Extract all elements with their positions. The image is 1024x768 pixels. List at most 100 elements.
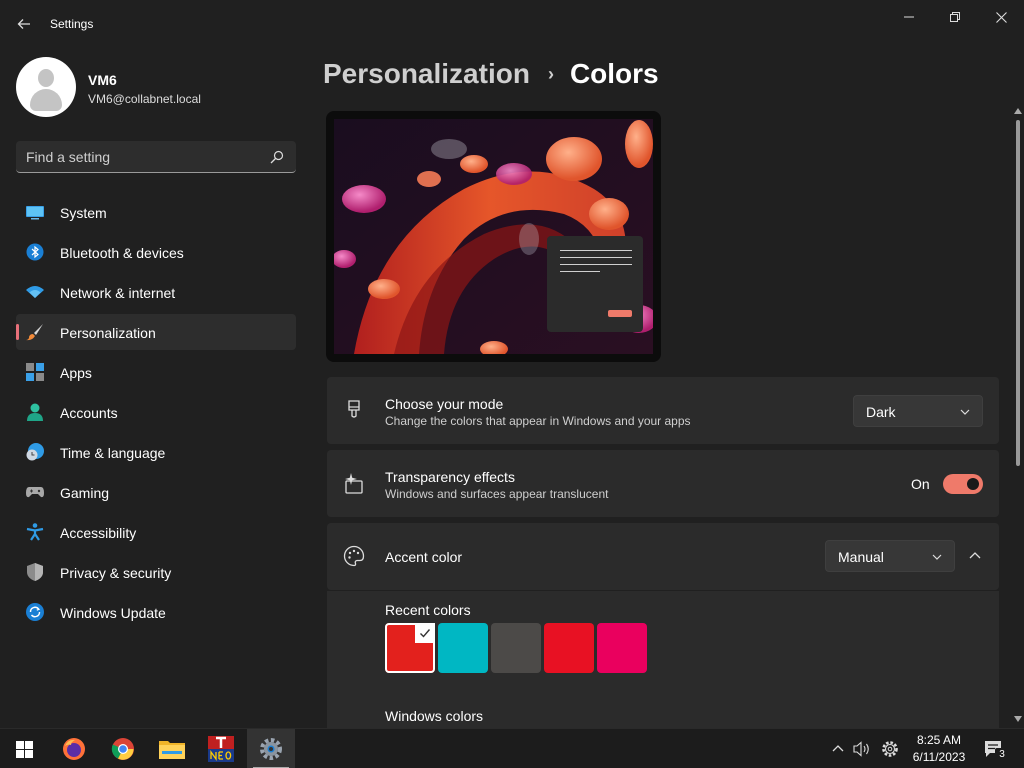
accent-dropdown-value: Manual <box>838 549 884 565</box>
sidebar-item-label: Privacy & security <box>60 565 172 581</box>
gear-icon <box>882 741 898 757</box>
chrome-taskbar-button[interactable] <box>99 729 147 768</box>
chevron-down-icon <box>932 554 942 560</box>
shield-icon <box>27 563 43 581</box>
settings-gear-icon <box>260 738 282 760</box>
transparency-card: Transparency effects Windows and surface… <box>327 450 999 517</box>
firefox-taskbar-button[interactable] <box>50 729 98 768</box>
sidebar-item-bluetooth[interactable]: Bluetooth & devices <box>16 234 296 270</box>
sidebar-item-gaming[interactable]: Gaming <box>16 474 296 510</box>
notification-count-badge: 3 <box>995 748 1009 762</box>
choose-mode-card: Choose your mode Change the colors that … <box>327 377 999 444</box>
maximize-button[interactable] <box>932 4 978 30</box>
sidebar-item-label: Windows Update <box>60 605 166 621</box>
color-swatch[interactable] <box>385 623 435 673</box>
settings-taskbar-button[interactable] <box>247 729 295 768</box>
breadcrumb-separator: › <box>547 63 554 84</box>
sidebar-nav: System Bluetooth & devices Network & int… <box>16 194 296 634</box>
minimize-icon <box>904 16 914 18</box>
bluetooth-icon <box>26 243 44 261</box>
back-arrow-icon <box>17 19 30 29</box>
mode-dropdown[interactable]: Dark <box>853 395 983 427</box>
accent-dropdown[interactable]: Manual <box>825 540 955 572</box>
profile-email: VM6@collabnet.local <box>88 92 201 106</box>
color-swatch[interactable] <box>491 623 541 673</box>
sidebar-item-label: Bluetooth & devices <box>60 245 184 261</box>
clock-globe-icon <box>26 443 44 461</box>
minimize-button[interactable] <box>886 4 932 30</box>
sidebar-item-label: Network & internet <box>60 285 176 301</box>
windows-colors-label: Windows colors <box>385 708 484 724</box>
checkmark-icon <box>415 623 435 643</box>
scroll-up-arrow[interactable] <box>1014 108 1022 114</box>
chevron-down-icon <box>960 409 970 415</box>
app-title: Settings <box>50 17 94 31</box>
volume-button[interactable] <box>852 739 872 759</box>
speaker-icon <box>853 741 869 757</box>
title-bar: Settings <box>0 0 1024 48</box>
sidebar-item-label: Gaming <box>60 485 110 501</box>
firefox-icon <box>63 738 85 760</box>
search-box[interactable] <box>16 141 296 173</box>
scroll-down-arrow[interactable] <box>1014 716 1022 722</box>
search-icon[interactable] <box>270 150 284 164</box>
neo-app-icon <box>208 736 234 762</box>
recent-colors-list <box>385 623 647 673</box>
apps-icon <box>26 363 44 381</box>
transparency-description: Windows and surfaces appear translucent <box>385 487 609 501</box>
profile-name: VM6 <box>88 72 117 88</box>
sidebar-item-label: Apps <box>60 365 92 381</box>
neo-app-taskbar-button[interactable] <box>197 729 245 768</box>
start-button[interactable] <box>0 729 48 768</box>
breadcrumb-parent[interactable]: Personalization <box>323 58 530 90</box>
sidebar-item-time-language[interactable]: Time & language <box>16 434 296 470</box>
theme-preview <box>326 111 661 362</box>
sidebar-item-network[interactable]: Network & internet <box>16 274 296 310</box>
accent-collapse-button[interactable] <box>959 540 991 572</box>
system-clock[interactable]: 8:25 AM 6/11/2023 <box>910 732 968 766</box>
sparkle-icon <box>345 473 363 494</box>
system-monitor-icon <box>26 206 44 220</box>
transparency-title: Transparency effects <box>385 469 515 485</box>
main-scrollbar[interactable] <box>1012 108 1024 728</box>
sidebar-item-accessibility[interactable]: Accessibility <box>16 514 296 550</box>
clock-date: 6/11/2023 <box>912 750 966 764</box>
page-title: Colors <box>569 58 659 89</box>
scrollbar-thumb[interactable] <box>1016 120 1020 466</box>
windows-start-icon <box>15 740 33 758</box>
search-input[interactable] <box>26 141 266 172</box>
transparency-state-label: On <box>911 476 930 492</box>
sidebar-item-system[interactable]: System <box>16 194 296 230</box>
gamepad-icon <box>26 487 44 498</box>
color-swatch[interactable] <box>438 623 488 673</box>
palette-icon <box>343 545 365 567</box>
update-icon <box>26 603 44 621</box>
user-profile[interactable]: VM6 VM6@collabnet.local <box>16 57 201 117</box>
chevron-up-icon <box>969 552 981 559</box>
sidebar-item-accounts[interactable]: Accounts <box>16 394 296 430</box>
wifi-icon <box>26 286 44 298</box>
accent-color-title: Accent color <box>385 549 463 565</box>
clock-time: 8:25 AM <box>916 733 962 747</box>
close-button[interactable] <box>978 4 1024 30</box>
sidebar-item-privacy-security[interactable]: Privacy & security <box>16 554 296 590</box>
maximize-icon <box>950 12 960 22</box>
person-icon <box>27 403 43 421</box>
color-swatch[interactable] <box>544 623 594 673</box>
color-swatch[interactable] <box>597 623 647 673</box>
back-button[interactable] <box>12 12 36 36</box>
sidebar-item-personalization[interactable]: Personalization <box>16 314 296 350</box>
file-explorer-taskbar-button[interactable] <box>148 729 196 768</box>
chrome-icon <box>111 738 134 760</box>
wallpaper-preview-image <box>334 119 653 354</box>
sidebar-item-apps[interactable]: Apps <box>16 354 296 390</box>
close-icon <box>995 11 1007 23</box>
mode-dropdown-value: Dark <box>866 404 896 420</box>
tray-settings-button[interactable] <box>880 739 900 759</box>
transparency-toggle[interactable] <box>943 474 983 494</box>
show-hidden-icons-button[interactable] <box>828 739 848 759</box>
choose-mode-description: Change the colors that appear in Windows… <box>385 414 691 428</box>
sidebar-item-label: Personalization <box>60 325 156 341</box>
recent-colors-label: Recent colors <box>385 602 471 618</box>
sidebar-item-windows-update[interactable]: Windows Update <box>16 594 296 630</box>
